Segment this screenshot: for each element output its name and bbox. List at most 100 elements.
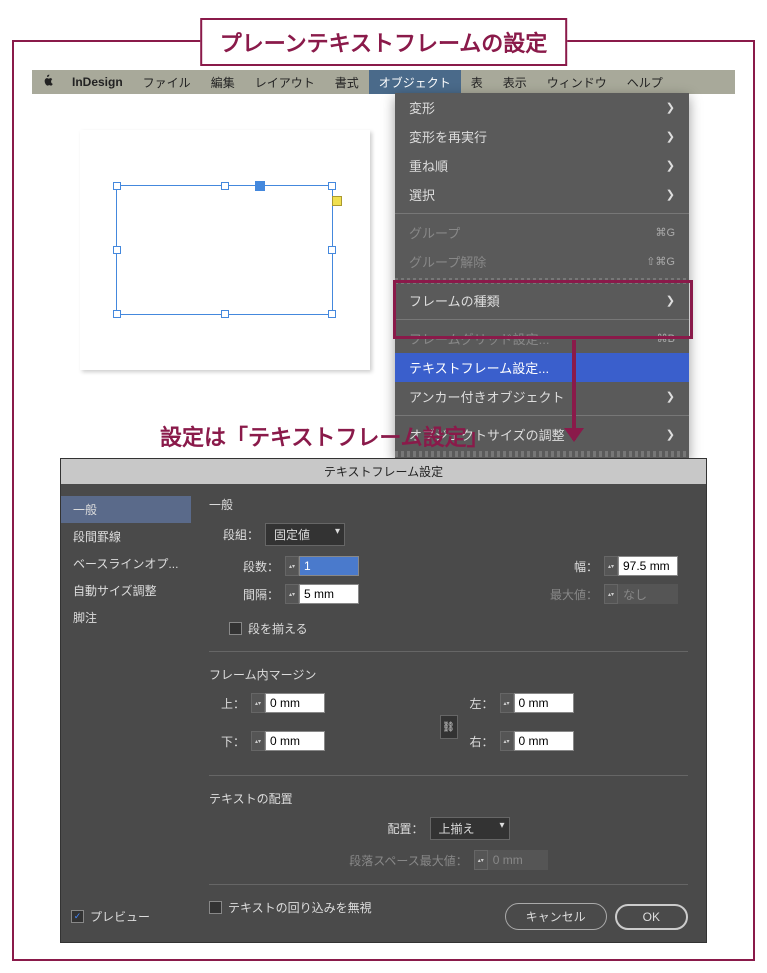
menu-layout[interactable]: レイアウト	[245, 74, 325, 91]
max-label: 最大値：	[550, 586, 598, 603]
stepper-icon[interactable]: ▴▾	[285, 556, 299, 576]
label: グループ	[409, 223, 460, 242]
menu-app[interactable]: InDesign	[62, 75, 133, 89]
menu-edit[interactable]: 編集	[201, 74, 245, 91]
preview-checkbox[interactable]: ✓	[71, 910, 84, 923]
menu-help[interactable]: ヘルプ	[617, 74, 673, 91]
sidebar-autosize[interactable]: 自動サイズ調整	[61, 577, 191, 604]
sidebar-baseline[interactable]: ベースラインオプ...	[61, 550, 191, 577]
menu-table[interactable]: 表	[461, 74, 493, 91]
label: 変形	[409, 98, 435, 117]
menu-frame-type[interactable]: フレームの種類 ❯	[395, 286, 689, 315]
count-label: 段数：	[229, 558, 279, 575]
width-spinner[interactable]: ▴▾	[604, 556, 678, 576]
bottom-spinner[interactable]: ▴▾	[251, 731, 325, 751]
right-spinner[interactable]: ▴▾	[500, 731, 574, 751]
stepper-icon[interactable]: ▴▾	[500, 693, 514, 713]
value: 上揃え	[439, 822, 475, 836]
apple-icon[interactable]	[32, 74, 62, 91]
sidebar-rules[interactable]: 段間罫線	[61, 523, 191, 550]
dialog-main: 一般 段組： 固定値 段数： ▴▾ 幅：	[191, 484, 706, 943]
left-spinner[interactable]: ▴▾	[500, 693, 574, 713]
resize-handle[interactable]	[328, 310, 336, 318]
label: フレームグリッド設定...	[409, 329, 549, 348]
page-title: プレーンテキストフレームの設定	[200, 18, 568, 66]
submenu-icon: ❯	[666, 428, 675, 441]
sidebar-footnote[interactable]: 脚注	[61, 604, 191, 631]
bottom-input[interactable]	[265, 731, 325, 751]
right-input[interactable]	[514, 731, 574, 751]
menu-type[interactable]: 書式	[325, 74, 369, 91]
menu-window[interactable]: ウィンドウ	[537, 74, 617, 91]
in-port[interactable]	[255, 181, 265, 191]
left-label: 左：	[468, 695, 494, 712]
out-port[interactable]	[332, 196, 342, 206]
stepper-icon[interactable]: ▴▾	[251, 731, 265, 751]
width-input[interactable]	[618, 556, 678, 576]
submenu-icon: ❯	[666, 101, 675, 114]
separator	[395, 415, 689, 416]
count-input[interactable]	[299, 556, 359, 576]
resize-handle[interactable]	[328, 246, 336, 254]
submenu-icon: ❯	[666, 159, 675, 172]
resize-handle[interactable]	[221, 182, 229, 190]
stepper-icon[interactable]: ▴▾	[604, 556, 618, 576]
top-spinner[interactable]: ▴▾	[251, 693, 325, 713]
menu-file[interactable]: ファイル	[133, 74, 201, 91]
link-icon[interactable]: ⛓	[440, 715, 458, 739]
menu-view[interactable]: 表示	[493, 74, 537, 91]
subtitle: 設定は「テキストフレーム設定」	[160, 420, 489, 452]
left-input[interactable]	[514, 693, 574, 713]
para-max-spinner: ▴▾	[474, 850, 548, 870]
stepper-icon[interactable]: ▴▾	[285, 584, 299, 604]
menu-transform-again[interactable]: 変形を再実行❯	[395, 122, 689, 151]
resize-handle[interactable]	[113, 246, 121, 254]
submenu-icon: ❯	[666, 294, 675, 307]
dialog-title: テキストフレーム設定	[61, 459, 706, 484]
max-input	[618, 584, 678, 604]
label: 変形を再実行	[409, 127, 487, 146]
menu-transform[interactable]: 変形 ❯	[395, 93, 689, 122]
columns-mode-select[interactable]: 固定値	[265, 523, 345, 546]
menu-anchor[interactable]: アンカー付きオブジェクト❯	[395, 382, 689, 411]
balance-checkbox[interactable]	[229, 622, 242, 635]
sidebar-general[interactable]: 一般	[61, 496, 191, 523]
submenu-icon: ❯	[666, 390, 675, 403]
top-input[interactable]	[265, 693, 325, 713]
width-label: 幅：	[574, 558, 598, 575]
menu-ungroup: グループ解除⇧⌘G	[395, 247, 689, 276]
gutter-label: 間隔：	[229, 586, 279, 603]
gutter-spinner[interactable]: ▴▾	[285, 584, 359, 604]
menu-arrange[interactable]: 重ね順❯	[395, 151, 689, 180]
text-frame-options-dialog: テキストフレーム設定 一般 段間罫線 ベースラインオプ... 自動サイズ調整 脚…	[60, 458, 707, 943]
value: 固定値	[274, 528, 310, 542]
para-max-label: 段落スペース最大値：	[349, 852, 468, 869]
menu-object[interactable]: オブジェクト	[369, 70, 461, 94]
count-spinner[interactable]: ▴▾	[285, 556, 359, 576]
align-select[interactable]: 上揃え	[430, 817, 510, 840]
menu-select[interactable]: 選択❯	[395, 180, 689, 209]
menu-text-frame-options[interactable]: テキストフレーム設定...	[395, 353, 689, 382]
stepper-icon: ▴▾	[604, 584, 618, 604]
submenu-icon: ❯	[666, 188, 675, 201]
resize-handle[interactable]	[221, 310, 229, 318]
section-heading: 一般	[209, 496, 688, 513]
resize-handle[interactable]	[113, 182, 121, 190]
resize-handle[interactable]	[113, 310, 121, 318]
resize-handle[interactable]	[328, 182, 336, 190]
gutter-input[interactable]	[299, 584, 359, 604]
stepper-icon[interactable]: ▴▾	[500, 731, 514, 751]
shortcut: ⇧⌘G	[646, 255, 675, 268]
document-canvas[interactable]	[80, 130, 370, 370]
separator	[395, 213, 689, 214]
stepper-icon[interactable]: ▴▾	[251, 693, 265, 713]
menubar: InDesign ファイル 編集 レイアウト 書式 オブジェクト 表 表示 ウィ…	[32, 70, 735, 94]
label: フレームの種類	[409, 291, 500, 310]
ok-button[interactable]: OK	[615, 904, 688, 930]
selected-text-frame[interactable]	[116, 185, 333, 315]
dialog-sidebar: 一般 段間罫線 ベースラインオプ... 自動サイズ調整 脚注	[61, 484, 191, 943]
annotation-arrow	[572, 340, 576, 440]
balance-label: 段を揃える	[248, 620, 308, 637]
cancel-button[interactable]: キャンセル	[505, 903, 607, 930]
shortcut: ⌘G	[655, 226, 675, 239]
